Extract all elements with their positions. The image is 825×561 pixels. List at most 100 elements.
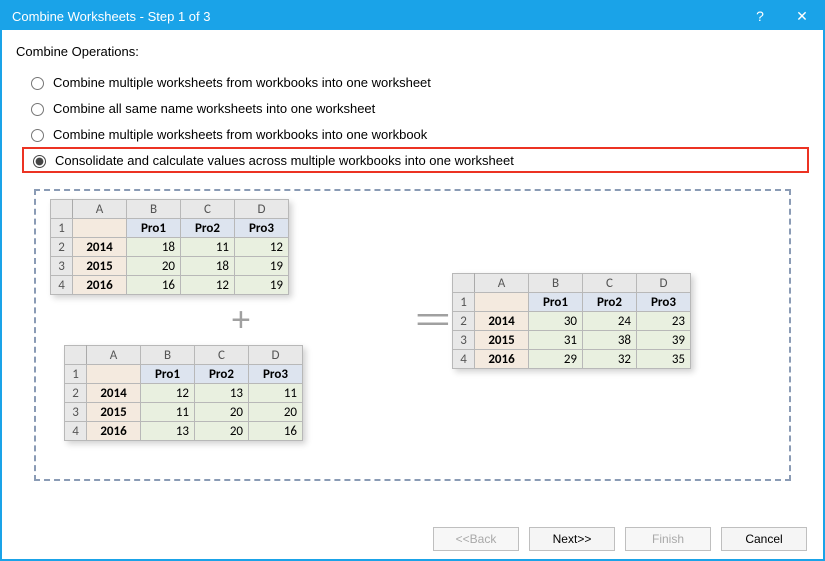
operation-label-3: Combine multiple worksheets from workboo… — [53, 127, 427, 142]
equals-icon: == — [416, 301, 444, 340]
cell: 19 — [235, 276, 289, 295]
cell: 16 — [127, 276, 181, 295]
row-head: 4 — [51, 276, 73, 295]
row-head: 3 — [453, 331, 475, 350]
operation-radio-1[interactable] — [31, 77, 44, 90]
dialog-body: Combine Operations: Combine multiple wor… — [2, 30, 823, 481]
cell: 11 — [181, 238, 235, 257]
col-head: D — [637, 274, 691, 293]
col-head: C — [583, 274, 637, 293]
cell: 23 — [637, 312, 691, 331]
row-head: 1 — [65, 365, 87, 384]
operation-radio-3[interactable] — [31, 129, 44, 142]
footer-buttons: <<Back Next>> Finish Cancel — [433, 527, 807, 551]
operation-label-1: Combine multiple worksheets from workboo… — [53, 75, 431, 90]
col-head: A — [475, 274, 529, 293]
cell: 39 — [637, 331, 691, 350]
operation-radio-2[interactable] — [31, 103, 44, 116]
titlebar: Combine Worksheets - Step 1 of 3 ? ✕ — [2, 2, 823, 30]
cell: Pro3 — [235, 219, 289, 238]
cell: 24 — [583, 312, 637, 331]
cell: Pro1 — [529, 293, 583, 312]
cell: 19 — [235, 257, 289, 276]
cell: 11 — [141, 403, 195, 422]
cell: Pro2 — [181, 219, 235, 238]
cell: 2016 — [73, 276, 127, 295]
row-head: 1 — [51, 219, 73, 238]
cell — [87, 365, 141, 384]
operation-option-2[interactable]: Combine all same name worksheets into on… — [22, 95, 809, 121]
cell — [73, 219, 127, 238]
cell: 29 — [529, 350, 583, 369]
help-button[interactable]: ? — [739, 2, 781, 30]
cell: 35 — [637, 350, 691, 369]
cell — [475, 293, 529, 312]
operation-radio-4[interactable] — [33, 155, 46, 168]
col-head: A — [87, 346, 141, 365]
cell: 2015 — [73, 257, 127, 276]
col-head: B — [529, 274, 583, 293]
cell: 20 — [249, 403, 303, 422]
col-head: D — [249, 346, 303, 365]
corner-cell — [51, 200, 73, 219]
next-button[interactable]: Next>> — [529, 527, 615, 551]
cell: Pro2 — [583, 293, 637, 312]
cell: 32 — [583, 350, 637, 369]
back-button[interactable]: <<Back — [433, 527, 519, 551]
cell: 2014 — [475, 312, 529, 331]
row-head: 2 — [453, 312, 475, 331]
finish-button[interactable]: Finish — [625, 527, 711, 551]
cell: 2016 — [475, 350, 529, 369]
cell: 12 — [235, 238, 289, 257]
cell: Pro3 — [249, 365, 303, 384]
corner-cell — [453, 274, 475, 293]
cell: 16 — [249, 422, 303, 441]
cell: Pro1 — [141, 365, 195, 384]
cell: 2014 — [73, 238, 127, 257]
corner-cell — [65, 346, 87, 365]
illustration-panel: A B C D 1 Pro1 Pro2 Pro3 2 2014 18 11 12… — [34, 189, 791, 481]
cancel-button[interactable]: Cancel — [721, 527, 807, 551]
cell: 12 — [181, 276, 235, 295]
operation-option-4[interactable]: Consolidate and calculate values across … — [22, 147, 809, 173]
row-head: 3 — [51, 257, 73, 276]
sample-table-2: A B C D 1 Pro1 Pro2 Pro3 2 2014 12 13 11… — [64, 345, 303, 441]
cell: 11 — [249, 384, 303, 403]
operation-option-1[interactable]: Combine multiple worksheets from workboo… — [22, 69, 809, 95]
col-head: C — [195, 346, 249, 365]
cell: 31 — [529, 331, 583, 350]
cell: 20 — [127, 257, 181, 276]
cell: 2015 — [87, 403, 141, 422]
operation-label-2: Combine all same name worksheets into on… — [53, 101, 375, 116]
cell: 12 — [141, 384, 195, 403]
col-head: D — [235, 200, 289, 219]
close-button[interactable]: ✕ — [781, 2, 823, 30]
cell: 13 — [195, 384, 249, 403]
cell: 18 — [181, 257, 235, 276]
col-head: B — [127, 200, 181, 219]
plus-icon: + — [231, 301, 251, 340]
window-title: Combine Worksheets - Step 1 of 3 — [12, 9, 739, 24]
row-head: 4 — [453, 350, 475, 369]
cell: 20 — [195, 403, 249, 422]
cell: 20 — [195, 422, 249, 441]
cell: 2016 — [87, 422, 141, 441]
cell: Pro3 — [637, 293, 691, 312]
result-table: A B C D 1 Pro1 Pro2 Pro3 2 2014 30 24 23… — [452, 273, 691, 369]
sample-table-1: A B C D 1 Pro1 Pro2 Pro3 2 2014 18 11 12… — [50, 199, 289, 295]
col-head: C — [181, 200, 235, 219]
row-head: 4 — [65, 422, 87, 441]
row-head: 1 — [453, 293, 475, 312]
cell: 18 — [127, 238, 181, 257]
col-head: A — [73, 200, 127, 219]
col-head: B — [141, 346, 195, 365]
row-head: 2 — [65, 384, 87, 403]
row-head: 3 — [65, 403, 87, 422]
cell: 38 — [583, 331, 637, 350]
operations-label: Combine Operations: — [16, 44, 809, 59]
operation-label-4: Consolidate and calculate values across … — [55, 153, 514, 168]
operation-option-3[interactable]: Combine multiple worksheets from workboo… — [22, 121, 809, 147]
row-head: 2 — [51, 238, 73, 257]
cell: 13 — [141, 422, 195, 441]
cell: 2015 — [475, 331, 529, 350]
